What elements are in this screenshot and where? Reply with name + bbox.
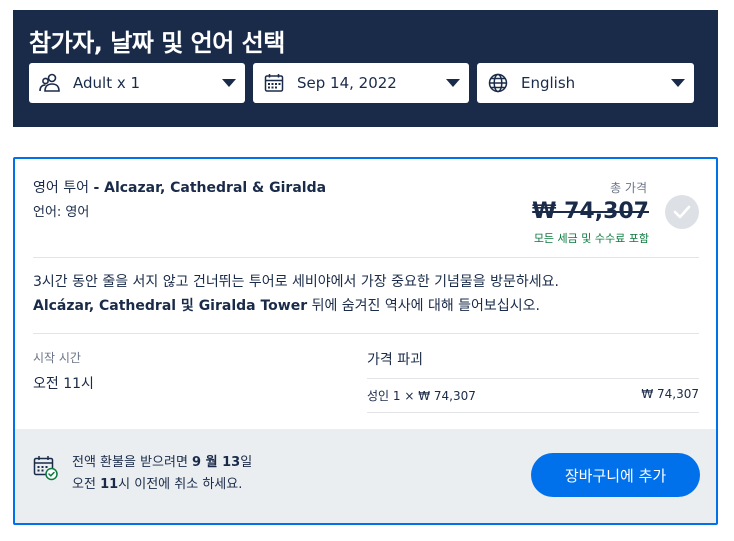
cancel-line2-pre: 오전	[72, 477, 101, 492]
language-dropdown[interactable]: English	[477, 63, 694, 103]
option-title-name: - Alcazar, Cathedral & Giralda	[93, 180, 327, 196]
cancel-text-pre: 전액 환불을 받으려면	[72, 455, 193, 470]
total-price-label: 총 가격	[610, 181, 647, 195]
calendar-icon	[263, 72, 285, 94]
divider	[367, 412, 699, 413]
people-icon	[39, 72, 61, 94]
cancel-text-post: 일	[240, 455, 253, 470]
divider	[33, 333, 699, 334]
description-line1: 3시간 동안 줄을 서지 않고 건너뛰는 투어로 세비야에서 가장 중요한 기념…	[33, 274, 559, 290]
option-title: 영어 투어 - Alcazar, Cathedral & Giralda	[33, 177, 326, 197]
price-breakdown-row: 성인 1 × ₩ 74,307 ₩ 74,307	[367, 387, 699, 404]
tour-option-card[interactable]: 영어 투어 - Alcazar, Cathedral & Giralda 언어:…	[13, 157, 718, 525]
date-value: Sep 14, 2022	[297, 74, 397, 92]
cancel-date: 9 월 13	[192, 455, 241, 470]
start-time-label: 시작 시간	[33, 351, 81, 365]
card-footer: 전액 환불을 받으려면 9 월 13일 오전 11시 이전에 취소 하세요. 장…	[15, 429, 716, 523]
divider	[33, 257, 699, 258]
description-line2: Alcázar, Cathedral 및 Giralda Tower 뒤에 숨겨…	[33, 294, 698, 318]
add-to-cart-button[interactable]: 장바구니에 추가	[531, 453, 700, 497]
globe-icon	[487, 72, 509, 94]
description-line2-rest: 뒤에 숨겨진 역사에 대해 들어보십시오.	[307, 298, 540, 314]
breakdown-total: ₩ 74,307	[641, 387, 699, 401]
cancel-time: 11	[100, 477, 119, 492]
calendar-check-icon	[33, 455, 59, 481]
date-picker[interactable]: Sep 14, 2022	[253, 63, 469, 103]
chevron-down-icon	[446, 79, 460, 87]
page-title: 참가자, 날짜 및 언어 선택	[29, 29, 285, 57]
select-option-check-icon[interactable]	[665, 195, 699, 229]
description-highlight: Alcázar, Cathedral 및 Giralda Tower	[33, 298, 308, 314]
booking-header: 참가자, 날짜 및 언어 선택 Adult x 1 Sep 14, 2022 E…	[13, 10, 718, 127]
participants-dropdown[interactable]: Adult x 1	[29, 63, 245, 103]
price-amount: ₩ 74,307	[532, 199, 649, 224]
divider	[367, 378, 699, 379]
cancel-line2-post: 시 이전에 취소 하세요.	[118, 477, 243, 492]
price-breakdown-label: 가격 파괴	[367, 352, 423, 368]
option-language: 언어: 영어	[33, 205, 90, 220]
chevron-down-icon	[222, 79, 236, 87]
cancellation-policy: 전액 환불을 받으려면 9 월 13일 오전 11시 이전에 취소 하세요.	[72, 452, 252, 496]
tax-note: 모든 세금 및 수수료 포함	[533, 232, 649, 245]
chevron-down-icon	[671, 79, 685, 87]
total-price: ₩ 74,307	[532, 199, 649, 224]
breakdown-item: 성인 1 × ₩ 74,307	[367, 389, 476, 403]
start-time-value: 오전 11시	[33, 376, 94, 392]
option-title-prefix: 영어 투어	[33, 180, 89, 196]
participants-value: Adult x 1	[73, 74, 141, 92]
option-description: 3시간 동안 줄을 서지 않고 건너뛰는 투어로 세비야에서 가장 중요한 기념…	[33, 270, 698, 318]
language-value: English	[521, 74, 576, 92]
